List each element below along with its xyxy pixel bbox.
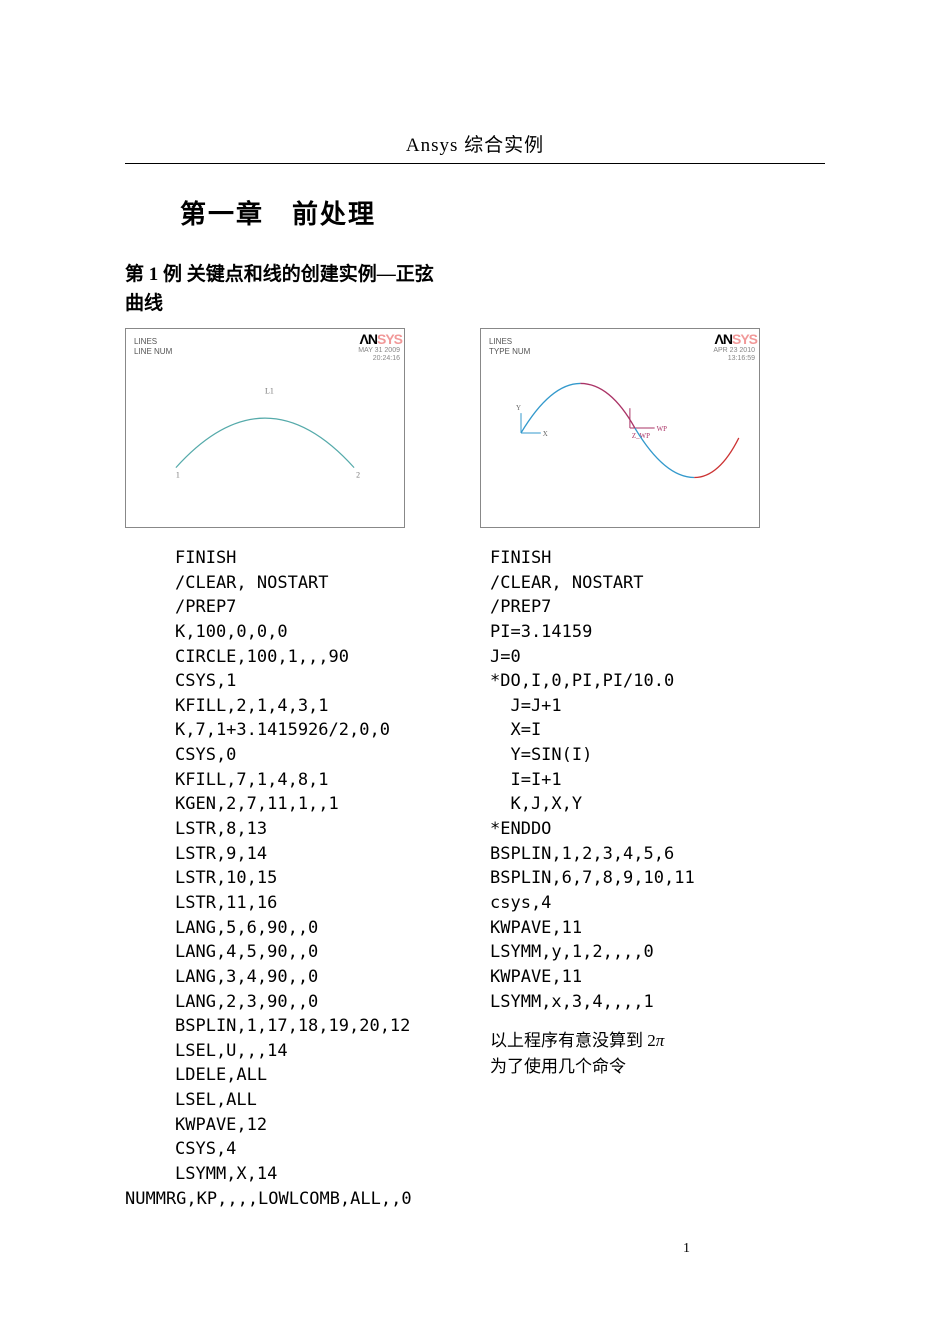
code-left-line: LSEL,U,,,14 (175, 1041, 288, 1061)
code-block-left: FINISH /CLEAR, NOSTART /PREP7 K,100,0,0,… (175, 546, 425, 1211)
header: Ansys 综合实例 (125, 130, 825, 164)
code-left-line: FINISH (175, 548, 236, 568)
note-line-2: 为了使用几个命令 (490, 1057, 626, 1076)
code-right-line: BSPLIN,1,2,3,4,5,6 (490, 844, 674, 864)
code-right-line: J=J+1 (490, 696, 562, 716)
figure-1: LINES LINE NUM ΛNSYS MAY 31 2009 20:24:1… (125, 328, 405, 528)
code-right-line: *DO,I,0,PI,PI/10.0 (490, 671, 674, 691)
right-column: LINES TYPE NUM ΛNSYS APR 23 2010 13:16:5… (480, 328, 780, 1079)
two-column-layout: LINES LINE NUM ΛNSYS MAY 31 2009 20:24:1… (125, 328, 825, 1211)
figure-2-plot: X Y Z_WP WP (481, 329, 759, 527)
figure-1-pt-left: 1 (176, 471, 180, 480)
page-number: 1 (683, 1241, 690, 1257)
code-left-line: KGEN,2,7,11,1,,1 (175, 794, 339, 814)
code-left-line: NUMMRG,KP,,,,LOWLCOMB,ALL,,0 (125, 1189, 412, 1209)
left-column: LINES LINE NUM ΛNSYS MAY 31 2009 20:24:1… (125, 328, 425, 1211)
figure-1-line-label: L1 (265, 386, 274, 395)
code-right-line: KWPAVE,11 (490, 918, 582, 938)
code-left-line: KWPAVE,12 (175, 1115, 267, 1135)
code-left-line: LDELE,ALL (175, 1065, 267, 1085)
code-right-line: X=I (490, 720, 541, 740)
code-left-line: LSEL,ALL (175, 1090, 257, 1110)
code-left-line: LSTR,8,13 (175, 819, 267, 839)
header-rule (125, 163, 825, 164)
code-right-line: I=I+1 (490, 770, 562, 790)
code-right-line: PI=3.14159 (490, 622, 592, 642)
figure-1-pt-right: 2 (356, 471, 360, 480)
code-left-line: /PREP7 (175, 597, 236, 617)
code-left-line: K,100,0,0,0 (175, 622, 288, 642)
code-left-line: BSPLIN,1,17,18,19,20,12 (175, 1016, 410, 1036)
code-left-line: LANG,4,5,90,,0 (175, 942, 318, 962)
code-right-line: /CLEAR, NOSTART (490, 573, 644, 593)
code-left-line: LSTR,9,14 (175, 844, 267, 864)
code-right-line: KWPAVE,11 (490, 967, 582, 987)
code-left-line: K,7,1+3.1415926/2,0,0 (175, 720, 390, 740)
figure-2: LINES TYPE NUM ΛNSYS APR 23 2010 13:16:5… (480, 328, 760, 528)
axis-y-label: Y (516, 405, 521, 412)
code-right-line: LSYMM,y,1,2,,,,0 (490, 942, 654, 962)
axis-wp-x: WP (657, 426, 668, 433)
note-text: 以上程序有意没算到 2π 为了使用几个命令 (490, 1028, 780, 1079)
code-left-line: LSTR,11,16 (175, 893, 277, 913)
code-left-line: LANG,3,4,90,,0 (175, 967, 318, 987)
code-left-line: LANG,5,6,90,,0 (175, 918, 318, 938)
code-right-line: K,J,X,Y (490, 794, 582, 814)
code-left-line: LANG,2,3,90,,0 (175, 992, 318, 1012)
code-right-line: csys,4 (490, 893, 551, 913)
code-left-line: KFILL,7,1,4,8,1 (175, 770, 329, 790)
code-left-line: KFILL,2,1,4,3,1 (175, 696, 329, 716)
figure-1-plot: 1 2 L1 (126, 329, 404, 527)
code-right-line: FINISH (490, 548, 551, 568)
note-line-1a: 以上程序有意没算到 2 (490, 1031, 656, 1050)
code-right-line: /PREP7 (490, 597, 551, 617)
code-left-line: LSTR,10,15 (175, 868, 277, 888)
code-left-line: CSYS,1 (175, 671, 236, 691)
code-left-line: CSYS,4 (175, 1139, 236, 1159)
example-title: 第 1 例 关键点和线的创建实例—正弦曲线 (125, 261, 445, 318)
code-left-line: /CLEAR, NOSTART (175, 573, 329, 593)
pi-symbol: π (656, 1031, 665, 1050)
axis-x-label: X (543, 431, 548, 438)
document-page: Ansys 综合实例 第一章 前处理 第 1 例 关键点和线的创建实例—正弦曲线… (0, 0, 945, 1337)
code-right-line: BSPLIN,6,7,8,9,10,11 (490, 868, 695, 888)
code-left-line: CSYS,0 (175, 745, 236, 765)
code-right-line: Y=SIN(I) (490, 745, 592, 765)
code-right-line: LSYMM,x,3,4,,,,1 (490, 992, 654, 1012)
code-left-line: CIRCLE,100,1,,,90 (175, 647, 349, 667)
code-block-right: FINISH /CLEAR, NOSTART /PREP7 PI=3.14159… (490, 546, 780, 1014)
running-head: Ansys 综合实例 (125, 130, 825, 157)
chapter-title: 第一章 前处理 (180, 194, 825, 231)
code-right-line: J=0 (490, 647, 521, 667)
code-right-line: *ENDDO (490, 819, 551, 839)
code-left-line: LSYMM,X,14 (175, 1164, 277, 1184)
